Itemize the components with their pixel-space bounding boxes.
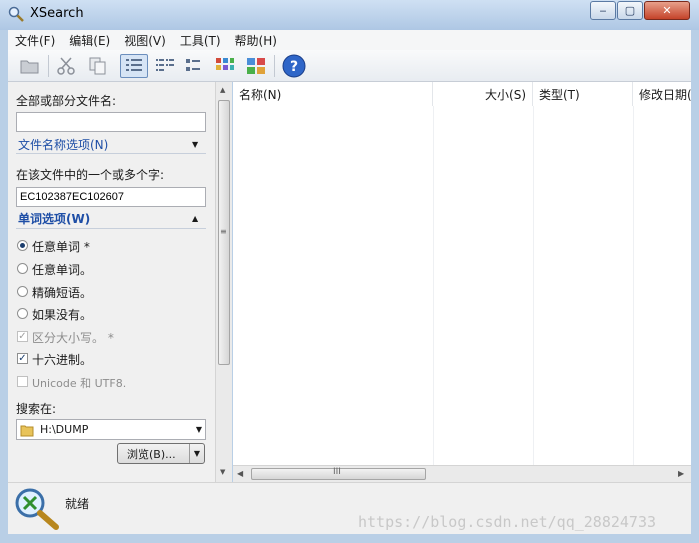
left-panel-scrollbar[interactable]: ▲ ≡ ▼ — [215, 82, 232, 482]
option-label: 任意单词 * — [32, 240, 90, 254]
menu-edit[interactable]: 编辑(E) — [62, 32, 117, 49]
search-in-dropdown[interactable]: H:\DUMP ▼ — [16, 419, 206, 440]
section-divider — [16, 228, 206, 229]
word-options-toggle[interactable]: 单词选项(W) — [18, 210, 90, 227]
column-divider — [533, 106, 534, 465]
browse-button-label: 浏览(B)... — [127, 447, 176, 461]
option-label: 区分大小写。 * — [32, 331, 114, 345]
scroll-left-arrow[interactable]: ◀ — [237, 469, 243, 478]
chevron-down-icon[interactable]: ▼ — [192, 140, 198, 149]
small-icons-view-icon[interactable] — [183, 54, 207, 78]
checkbox-unicode-utf8[interactable] — [17, 376, 28, 387]
column-header-type[interactable]: 类型(T) — [533, 82, 633, 106]
magnifier-app-icon — [8, 6, 24, 22]
details-view-icon[interactable] — [120, 54, 148, 78]
watermark-text: https://blog.csdn.net/qq_28824733 — [358, 513, 657, 531]
scroll-up-arrow[interactable]: ▲ — [220, 86, 225, 94]
menu-view[interactable]: 视图(V) — [117, 32, 173, 49]
toolbar-separator — [48, 55, 49, 77]
chevron-down-icon[interactable]: ▼ — [190, 449, 204, 458]
option-label: 任意单词。 — [32, 263, 93, 277]
option-label: 精确短语。 — [32, 286, 93, 300]
chevron-up-icon[interactable]: ▲ — [192, 214, 198, 223]
filename-label: 全部或部分文件名: — [16, 94, 117, 108]
open-folder-icon[interactable] — [18, 54, 42, 78]
scroll-right-arrow[interactable]: ▶ — [678, 469, 684, 478]
radio-if-none[interactable] — [17, 308, 28, 319]
results-list[interactable]: 名称(N) 大小(S) 类型(T) 修改日期( — [233, 82, 691, 465]
search-in-label: 搜索在: — [16, 402, 57, 416]
filename-input[interactable] — [16, 112, 206, 132]
grip-icon: III — [333, 467, 341, 477]
option-label: 如果没有。 — [32, 308, 93, 322]
menu-bar: 文件(F) 编辑(E) 视图(V) 工具(T) 帮助(H) — [8, 30, 691, 50]
grip-icon: ≡ — [220, 227, 227, 236]
cut-icon[interactable] — [54, 54, 78, 78]
checkbox-hex[interactable]: ✓ — [17, 353, 28, 364]
folder-icon — [20, 425, 34, 436]
scroll-down-arrow[interactable]: ▼ — [220, 468, 225, 476]
search-in-value: H:\DUMP — [40, 423, 89, 436]
radio-exact-phrase[interactable] — [17, 286, 28, 297]
radio-any-word-star[interactable] — [17, 240, 28, 251]
toolbar-separator — [274, 55, 275, 77]
maximize-button[interactable]: ▢ — [617, 1, 643, 20]
menu-help[interactable]: 帮助(H) — [228, 32, 284, 49]
column-header-modified[interactable]: 修改日期( — [633, 82, 691, 106]
checkbox-match-case[interactable]: ✓ — [17, 331, 28, 342]
words-input[interactable] — [16, 187, 206, 207]
menu-file[interactable]: 文件(F) — [8, 32, 62, 49]
toolbar: ? — [8, 50, 691, 82]
option-label: Unicode 和 UTF8. — [32, 377, 127, 390]
copy-icon[interactable] — [86, 54, 110, 78]
status-text: 就绪 — [65, 497, 90, 511]
column-header-name[interactable]: 名称(N) — [233, 82, 433, 106]
section-divider — [16, 153, 206, 154]
browse-split-button[interactable]: 浏览(B)... ▼ — [117, 443, 205, 464]
column-header-size[interactable]: 大小(S) — [433, 82, 533, 106]
filename-options-toggle[interactable]: 文件名称选项(N) — [18, 136, 108, 153]
radio-any-word[interactable] — [17, 263, 28, 274]
column-divider — [433, 106, 434, 465]
words-label: 在该文件中的一个或多个字: — [16, 168, 165, 182]
option-label: 十六进制。 — [32, 353, 93, 367]
menu-tools[interactable]: 工具(T) — [173, 32, 228, 49]
window-title: XSearch — [30, 6, 84, 21]
thumbnail-view-icon[interactable] — [244, 54, 268, 78]
svg-text:?: ? — [290, 59, 298, 75]
minimize-button[interactable]: ‒ — [590, 1, 616, 20]
column-divider — [633, 106, 634, 465]
chevron-down-icon: ▼ — [195, 425, 202, 434]
search-magnifier-icon — [15, 488, 59, 530]
help-icon[interactable]: ? — [281, 54, 307, 78]
results-hscrollbar[interactable]: ◀ III ▶ — [233, 465, 691, 482]
close-button[interactable]: ✕ — [644, 1, 690, 20]
large-icons-view-icon[interactable] — [213, 54, 237, 78]
list-view-icon[interactable] — [153, 54, 177, 78]
